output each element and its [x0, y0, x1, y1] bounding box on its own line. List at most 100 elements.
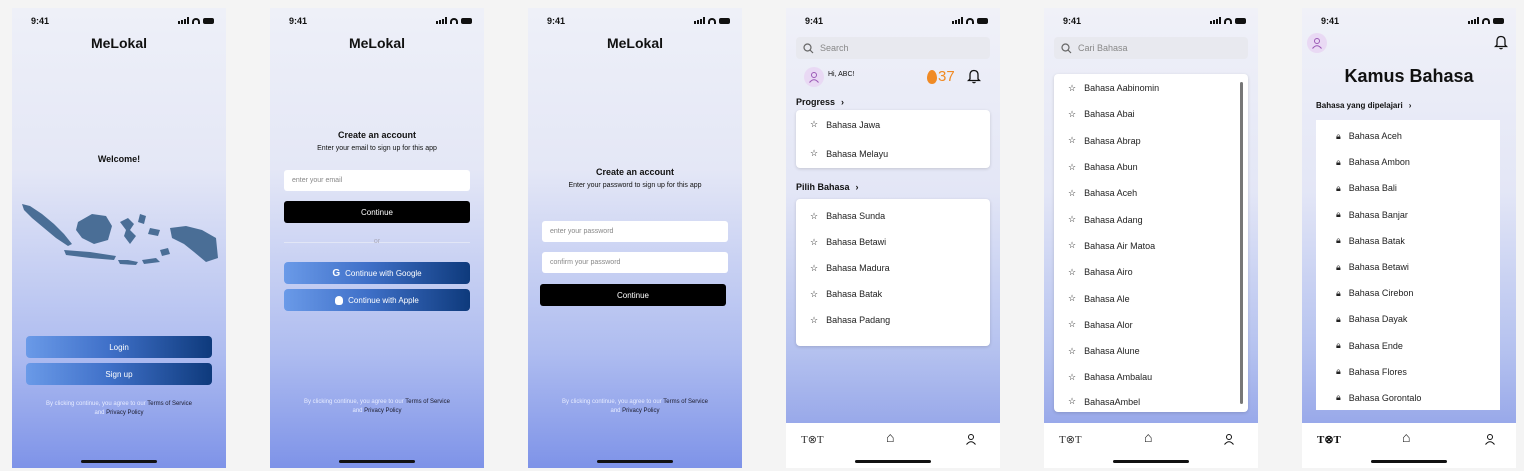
- list-item[interactable]: 🔒︎ Bahasa Flores: [1316, 359, 1500, 385]
- terms-of-service-link[interactable]: Terms of Service: [405, 399, 450, 405]
- list-item[interactable]: ☆ BahasaAmbel: [1054, 391, 1248, 413]
- nav-logo[interactable]: T⊗T: [1059, 433, 1082, 446]
- star-icon: ☆: [1068, 82, 1077, 93]
- learned-language-list: 🔒︎ Bahasa Aceh 🔒︎ Bahasa Ambon 🔒︎ Bahasa Ba…: [1316, 120, 1500, 410]
- bell-icon[interactable]: [1494, 34, 1508, 50]
- list-item[interactable]: ☆ Bahasa Jawa: [796, 110, 990, 139]
- list-item-label: Bahasa Dayak: [1348, 314, 1408, 325]
- list-item[interactable]: 🔒︎ Bahasa Dayak: [1316, 306, 1500, 332]
- continue-button[interactable]: Continue: [540, 284, 726, 306]
- learned-section-header[interactable]: Bahasa yang dipelajari ›: [1316, 101, 1411, 110]
- lock-icon: 🔒︎: [1336, 340, 1341, 351]
- home-icon[interactable]: ⌂: [1144, 429, 1152, 445]
- pilih-bahasa-card: ☆ Bahasa Sunda ☆ Bahasa Betawi ☆ Bahasa Mad…: [796, 199, 990, 346]
- list-item[interactable]: 🔒︎ Bahasa Batak: [1316, 228, 1500, 254]
- terms-prefix: By clicking continue, you agree to our: [304, 399, 404, 405]
- scrollbar[interactable]: [1240, 82, 1243, 404]
- star-icon: ☆: [1068, 345, 1077, 356]
- list-item[interactable]: ☆ Bahasa Aabinomin: [1054, 75, 1248, 101]
- profile-icon[interactable]: [965, 433, 977, 448]
- profile-icon[interactable]: [1484, 433, 1496, 448]
- home-indicator: [81, 460, 157, 463]
- signup-button[interactable]: Sign up: [26, 363, 212, 385]
- streak-counter: 37: [927, 68, 955, 85]
- avatar[interactable]: [804, 67, 824, 87]
- list-item-label: Bahasa Abai: [1084, 109, 1135, 120]
- status-bar: 9:41: [270, 16, 484, 28]
- list-item[interactable]: ☆ Bahasa Adang: [1054, 206, 1248, 232]
- battery-icon: [461, 17, 472, 24]
- list-item[interactable]: ☆ Bahasa Madura: [796, 255, 990, 281]
- terms-prefix: By clicking continue, you agree to our: [46, 401, 146, 407]
- continue-with-google-button[interactable]: G Continue with Google: [284, 262, 470, 284]
- list-item-label: Bahasa Sunda: [826, 211, 886, 221]
- progress-section-header[interactable]: Progress ›: [796, 97, 844, 107]
- search-bar[interactable]: Cari Bahasa: [1054, 37, 1248, 59]
- privacy-policy-link[interactable]: Privacy Policy: [622, 408, 659, 414]
- star-icon: ☆: [810, 148, 819, 158]
- battery-icon: [1493, 17, 1504, 24]
- status-bar: 9:41: [12, 16, 226, 28]
- list-item[interactable]: ☆ Bahasa Ambalau: [1054, 364, 1248, 390]
- list-item-label: Bahasa Madura: [826, 263, 890, 273]
- status-time: 9:41: [805, 16, 824, 26]
- list-item[interactable]: ☆ Bahasa Melayu: [796, 139, 990, 168]
- list-item[interactable]: ☆ Bahasa Betawi: [796, 229, 990, 255]
- search-bar[interactable]: Search: [796, 37, 990, 59]
- list-item[interactable]: 🔒︎ Bahasa Ende: [1316, 333, 1500, 359]
- list-item[interactable]: 🔒︎ Bahasa Cirebon: [1316, 280, 1500, 306]
- app-title: MeLokal: [606, 35, 663, 51]
- pilih-bahasa-section-header[interactable]: Pilih Bahasa ›: [796, 182, 859, 192]
- apple-icon: [335, 295, 344, 305]
- privacy-policy-link[interactable]: Privacy Policy: [106, 410, 143, 416]
- continue-button[interactable]: Continue: [284, 201, 470, 223]
- list-item[interactable]: ☆ Bahasa Abun: [1054, 154, 1248, 180]
- lock-icon: 🔒︎: [1336, 209, 1341, 220]
- list-item[interactable]: ☆ Bahasa Airo: [1054, 259, 1248, 285]
- profile-icon[interactable]: [1223, 433, 1235, 448]
- list-item[interactable]: ☆ Bahasa Ale: [1054, 285, 1248, 311]
- nav-logo[interactable]: T⊗T: [1317, 433, 1341, 446]
- list-item[interactable]: ☆ Bahasa Alune: [1054, 338, 1248, 364]
- continue-with-apple-button[interactable]: Continue with Apple: [284, 289, 470, 311]
- list-item[interactable]: 🔒︎ Bahasa Banjar: [1316, 202, 1500, 228]
- status-icons: [1210, 17, 1246, 24]
- list-item[interactable]: 🔒︎ Bahasa Ambon: [1316, 149, 1500, 175]
- list-item[interactable]: ☆ Bahasa Sunda: [796, 203, 990, 229]
- list-item[interactable]: 🔒︎ Bahasa Aceh: [1316, 123, 1500, 149]
- password-input[interactable]: enter your password: [542, 221, 728, 242]
- status-bar: 9:41: [1302, 16, 1516, 28]
- email-input[interactable]: enter your email: [284, 170, 470, 191]
- bell-icon[interactable]: [967, 68, 981, 84]
- confirm-password-input[interactable]: confirm your password: [542, 252, 728, 273]
- star-icon: ☆: [810, 119, 819, 129]
- avatar[interactable]: [1307, 33, 1327, 53]
- list-item[interactable]: 🔒︎ Bahasa Betawi: [1316, 254, 1500, 280]
- terms-of-service-link[interactable]: Terms of Service: [663, 399, 708, 405]
- list-item[interactable]: 🔒︎ Bahasa Bali: [1316, 175, 1500, 201]
- list-item[interactable]: ☆ Bahasa Alor: [1054, 312, 1248, 338]
- bottom-nav: T⊗T ⌂: [1302, 423, 1516, 468]
- lock-icon: 🔒︎: [1336, 156, 1341, 167]
- lock-icon: 🔒︎: [1336, 366, 1341, 377]
- star-icon: ☆: [1068, 187, 1077, 198]
- learned-label: Bahasa yang dipelajari: [1316, 101, 1403, 110]
- list-item[interactable]: 🔒︎ Bahasa Gorontalo: [1316, 385, 1500, 411]
- privacy-policy-link[interactable]: Privacy Policy: [364, 408, 401, 414]
- nav-logo[interactable]: T⊗T: [801, 433, 824, 446]
- home-outline-icon[interactable]: ⌂: [1402, 429, 1410, 445]
- list-item[interactable]: ☆ Bahasa Abrap: [1054, 128, 1248, 154]
- list-item[interactable]: ☆ Bahasa Batak: [796, 281, 990, 307]
- star-icon: ☆: [810, 314, 819, 325]
- login-button[interactable]: Login: [26, 336, 212, 358]
- list-item[interactable]: ☆ Bahasa Air Matoa: [1054, 233, 1248, 259]
- lock-icon: 🔒︎: [1336, 130, 1341, 141]
- list-item[interactable]: ☆ Bahasa Padang: [796, 307, 990, 333]
- home-icon[interactable]: ⌂: [886, 429, 894, 445]
- list-item[interactable]: ☆ Bahasa Aceh: [1054, 180, 1248, 206]
- list-item[interactable]: ☆ Bahasa Abai: [1054, 101, 1248, 127]
- list-item-label: Bahasa Ambalau: [1084, 372, 1153, 383]
- language-list-card: ☆ Bahasa Aabinomin ☆ Bahasa Abai ☆ Bahasa A…: [1054, 74, 1248, 412]
- lock-icon: 🔒︎: [1336, 287, 1341, 298]
- terms-of-service-link[interactable]: Terms of Service: [147, 401, 192, 407]
